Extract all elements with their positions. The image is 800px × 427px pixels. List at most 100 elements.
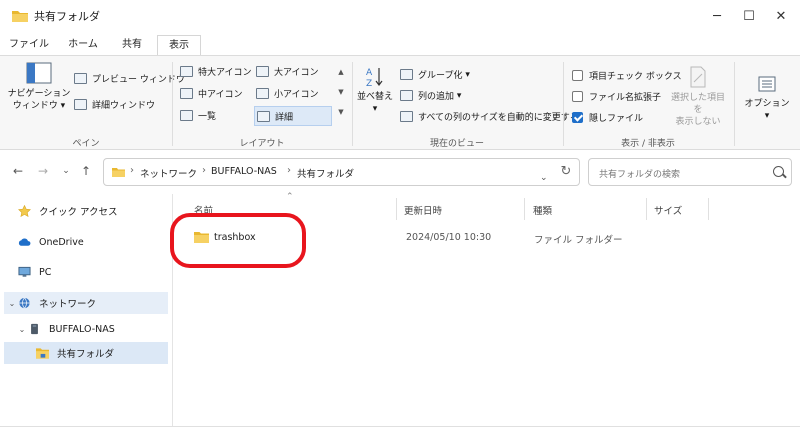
sidebar-item-label: クイック アクセス bbox=[39, 207, 118, 218]
column-header-name[interactable]: 名前 bbox=[194, 203, 213, 217]
column-divider[interactable] bbox=[646, 198, 647, 220]
sidebar-item-pc[interactable]: PC bbox=[0, 261, 172, 283]
sort-icon: A Z bbox=[366, 68, 383, 88]
back-arrow-icon[interactable]: ← bbox=[10, 164, 26, 178]
navigation-pane-icon bbox=[26, 62, 52, 84]
layout-small-icons[interactable]: 小アイコン bbox=[256, 87, 319, 100]
scroll-up-icon[interactable]: ▲ bbox=[334, 62, 348, 82]
search-icon[interactable] bbox=[773, 166, 784, 177]
options-button[interactable]: オプション ▾ bbox=[740, 76, 794, 122]
list-icon bbox=[180, 110, 193, 121]
preview-pane-icon bbox=[74, 73, 87, 84]
recent-locations-icon[interactable]: ⌄ bbox=[58, 166, 74, 176]
breadcrumb-separator: › bbox=[130, 165, 134, 176]
item-checkbox-toggle[interactable]: 項目チェック ボックス bbox=[572, 69, 682, 82]
scroll-down-icon[interactable]: ▼ bbox=[334, 82, 348, 102]
breadcrumb-shared-folder[interactable]: 共有フォルダ bbox=[297, 166, 354, 180]
layout-details[interactable]: 詳細 bbox=[254, 106, 332, 126]
ribbon-tabs: ファイル ホーム 共有 表示 bbox=[0, 32, 800, 56]
column-header-modified[interactable]: 更新日時 bbox=[404, 203, 442, 217]
extra-large-icons-icon bbox=[180, 66, 193, 77]
ribbon: ナビゲーション ウィンドウ ▾ プレビュー ウィンドウ 詳細ウィンドウ ペイン … bbox=[0, 55, 800, 150]
expand-gallery-icon[interactable]: ▼ bbox=[334, 102, 348, 122]
tab-file[interactable]: ファイル bbox=[6, 35, 52, 56]
breadcrumb-network[interactable]: ネットワーク bbox=[140, 166, 197, 180]
group-divider bbox=[172, 62, 173, 146]
refresh-icon[interactable]: ↻ bbox=[555, 158, 577, 186]
sort-label: 並べ替え bbox=[356, 92, 393, 102]
sidebar-item-quick-access[interactable]: クイック アクセス bbox=[0, 200, 172, 222]
close-icon[interactable]: ✕ bbox=[764, 0, 798, 32]
nas-icon bbox=[31, 323, 38, 335]
sidebar-item-onedrive[interactable]: OneDrive bbox=[0, 231, 172, 253]
hidden-files-label: 隠しファイル bbox=[589, 114, 644, 124]
sidebar-item-network[interactable]: ⌄ ネットワーク bbox=[4, 292, 168, 314]
hide-selected-icon bbox=[690, 66, 706, 88]
column-divider[interactable] bbox=[524, 198, 525, 220]
chevron-down-icon[interactable]: ⌄ bbox=[16, 325, 28, 334]
sidebar-item-label: ネットワーク bbox=[39, 299, 97, 310]
layout-item-label: 中アイコン bbox=[198, 90, 243, 100]
checkbox-checked-icon[interactable] bbox=[572, 112, 583, 123]
folder-icon bbox=[112, 168, 125, 177]
sort-button[interactable]: A Z 並べ替え ▾ bbox=[356, 66, 394, 115]
file-extensions-toggle[interactable]: ファイル名拡張子 bbox=[572, 90, 661, 103]
large-icons-icon bbox=[256, 66, 269, 77]
tab-view[interactable]: 表示 bbox=[157, 35, 201, 56]
layout-extra-large-icons[interactable]: 特大アイコン bbox=[180, 65, 252, 78]
hidden-files-toggle[interactable]: 隠しファイル bbox=[572, 111, 643, 124]
layout-scroll[interactable]: ▲ ▼ ▼ bbox=[334, 62, 348, 128]
checkbox-icon[interactable] bbox=[572, 70, 583, 81]
hide-selected-label-2: 表示しない bbox=[675, 117, 721, 127]
maximize-icon[interactable]: ☐ bbox=[732, 0, 766, 32]
column-divider[interactable] bbox=[708, 198, 709, 220]
address-dropdown-icon[interactable]: ⌄ bbox=[540, 173, 548, 183]
file-row[interactable]: trashbox 2024/05/10 10:30 ファイル フォルダー bbox=[186, 226, 800, 250]
navigation-pane-button[interactable]: ナビゲーション ウィンドウ ▾ bbox=[6, 62, 72, 112]
tab-share[interactable]: 共有 bbox=[112, 35, 152, 56]
show-hide-group-label: 表示 / 非表示 bbox=[621, 139, 675, 149]
minimize-icon[interactable]: ─ bbox=[700, 0, 734, 32]
chevron-down-icon[interactable]: ⌄ bbox=[6, 299, 18, 308]
pane-splitter[interactable] bbox=[172, 194, 173, 427]
forward-arrow-icon[interactable]: → bbox=[35, 164, 51, 178]
layout-medium-icons[interactable]: 中アイコン bbox=[180, 87, 243, 100]
sidebar-item-buffalo-nas[interactable]: ⌄ BUFFALO-NAS bbox=[14, 318, 172, 340]
star-icon bbox=[18, 205, 31, 217]
layout-group-label: レイアウト bbox=[239, 139, 285, 149]
breadcrumb-nas[interactable]: BUFFALO-NAS bbox=[211, 166, 277, 177]
tab-home[interactable]: ホーム bbox=[60, 35, 106, 56]
title-bar: 共有フォルダ ─ ☐ ✕ bbox=[0, 0, 800, 32]
monitor-icon bbox=[18, 266, 31, 277]
sidebar-item-shared-folder[interactable]: 共有フォルダ bbox=[4, 342, 168, 364]
navigation-pane: クイック アクセス OneDrive PC ⌄ ネットワーク ⌄ BUFFALO… bbox=[0, 194, 172, 427]
layout-list[interactable]: 一覧 bbox=[180, 109, 216, 122]
add-column-button[interactable]: 列の追加 ▾ bbox=[400, 89, 461, 102]
cloud-icon bbox=[18, 238, 31, 246]
fit-columns-button[interactable]: すべての列のサイズを自動的に変更する bbox=[400, 110, 579, 123]
column-header-type[interactable]: 種類 bbox=[533, 203, 552, 217]
file-extensions-label: ファイル名拡張子 bbox=[589, 93, 662, 103]
sidebar-item-label: PC bbox=[39, 266, 52, 278]
add-column-icon bbox=[400, 90, 413, 101]
sidebar-item-label: OneDrive bbox=[39, 236, 84, 248]
details-pane-button[interactable]: 詳細ウィンドウ bbox=[74, 98, 155, 111]
address-bar[interactable]: › ネットワーク › BUFFALO-NAS › 共有フォルダ ⌄ bbox=[103, 158, 580, 186]
breadcrumb-separator: › bbox=[202, 165, 206, 176]
group-by-button[interactable]: グループ化 ▾ bbox=[400, 68, 470, 81]
layout-large-icons[interactable]: 大アイコン bbox=[256, 65, 319, 78]
checkbox-icon[interactable] bbox=[572, 91, 583, 102]
up-arrow-icon[interactable]: ↑ bbox=[78, 164, 94, 178]
hide-selected-label: 選択した項目を bbox=[670, 93, 725, 115]
small-icons-icon bbox=[256, 88, 269, 99]
search-box[interactable]: 共有フォルダの検索 bbox=[588, 158, 792, 186]
svg-text:Z: Z bbox=[366, 79, 372, 88]
preview-pane-button[interactable]: プレビュー ウィンドウ bbox=[74, 72, 185, 85]
column-divider[interactable] bbox=[396, 198, 397, 220]
hide-selected-button[interactable]: 選択した項目を 表示しない bbox=[670, 66, 726, 128]
navigation-pane-label-2: ウィンドウ ▾ bbox=[12, 101, 66, 111]
file-name[interactable]: trashbox bbox=[214, 232, 256, 243]
item-checkbox-label: 項目チェック ボックス bbox=[589, 72, 682, 82]
column-header-size[interactable]: サイズ bbox=[654, 203, 682, 217]
svg-text:A: A bbox=[366, 68, 373, 78]
